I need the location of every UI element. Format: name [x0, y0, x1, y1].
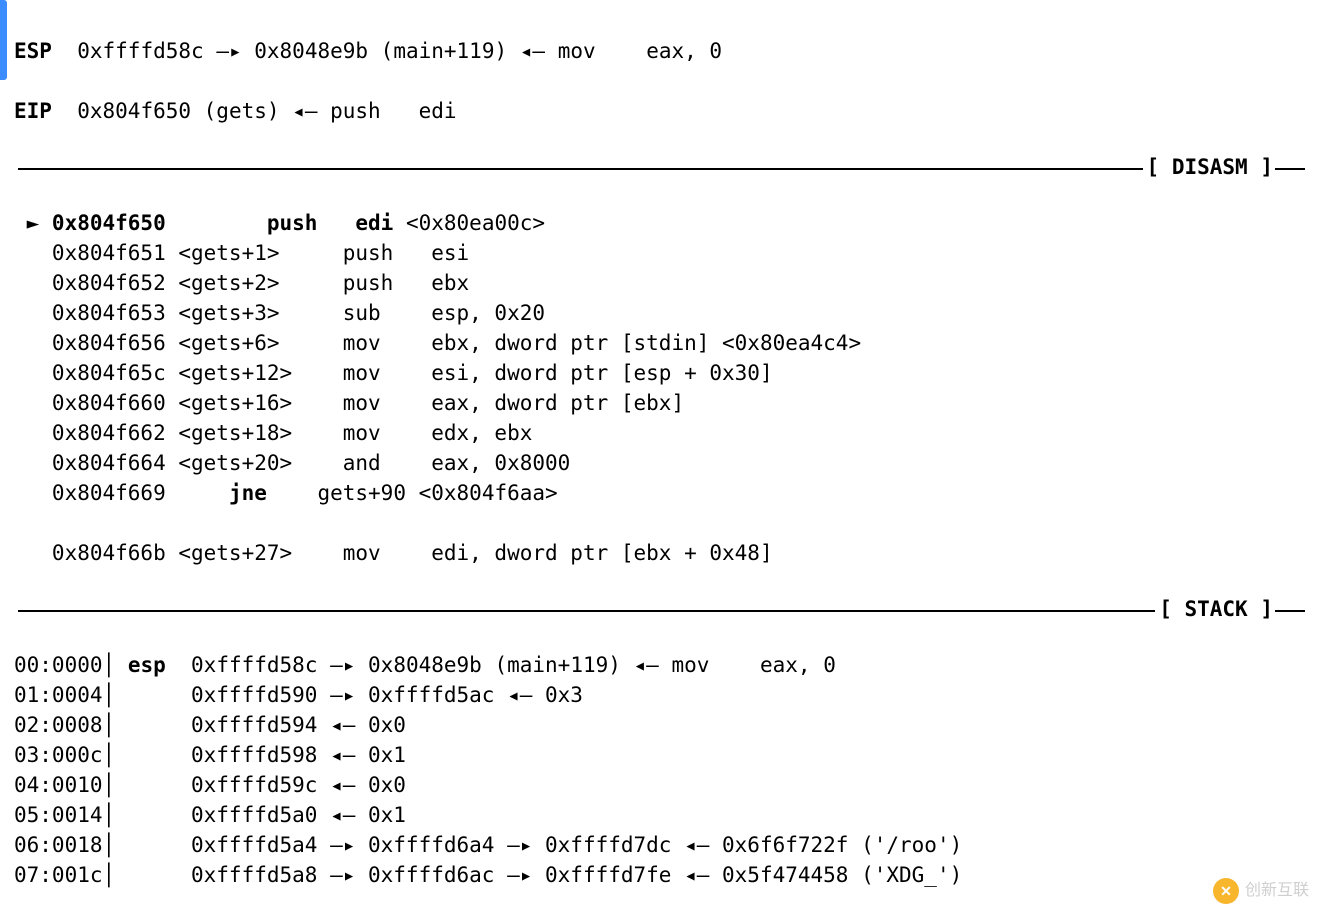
section-divider-stack: [ STACK ]	[14, 594, 1305, 624]
watermark-icon: ✕	[1213, 878, 1239, 904]
scrollbar-left[interactable]	[0, 0, 7, 80]
register-esp-line: ESP 0xffffd58c —▸ 0x8048e9b (main+119) ◂…	[14, 36, 1305, 66]
disasm-line: 0x804f653 <gets+3> sub esp, 0x20	[14, 298, 1305, 328]
stack-line: 03:000c│ 0xffffd598 ◂— 0x1	[14, 740, 1305, 770]
stack-line: 00:0000│ esp 0xffffd58c —▸ 0x8048e9b (ma…	[14, 650, 1305, 680]
disasm-line: 0x804f656 <gets+6> mov ebx, dword ptr [s…	[14, 328, 1305, 358]
disasm-line: 0x804f652 <gets+2> push ebx	[14, 268, 1305, 298]
disasm-line: 0x804f65c <gets+12> mov esi, dword ptr […	[14, 358, 1305, 388]
register-eip-line: EIP 0x804f650 (gets) ◂— push edi	[14, 96, 1305, 126]
disasm-line: 0x804f66b <gets+27> mov edi, dword ptr […	[14, 538, 1305, 568]
section-divider-disasm: [ DISASM ]	[14, 152, 1305, 182]
stack-line: 04:0010│ 0xffffd59c ◂— 0x0	[14, 770, 1305, 800]
disasm-block: ► 0x804f650 push edi <0x80ea00c> 0x804f6…	[14, 208, 1305, 568]
stack-line: 05:0014│ 0xffffd5a0 ◂— 0x1	[14, 800, 1305, 830]
stack-line: 01:0004│ 0xffffd590 —▸ 0xffffd5ac ◂— 0x3	[14, 680, 1305, 710]
stack-line: 06:0018│ 0xffffd5a4 —▸ 0xffffd6a4 —▸ 0xf…	[14, 830, 1305, 860]
disasm-line: 0x804f664 <gets+20> and eax, 0x8000	[14, 448, 1305, 478]
watermark-text: 创新互联	[1245, 876, 1309, 906]
stack-block: 00:0000│ esp 0xffffd58c —▸ 0x8048e9b (ma…	[14, 650, 1305, 890]
terminal-output: ESP 0xffffd58c —▸ 0x8048e9b (main+119) ◂…	[0, 0, 1319, 914]
stack-line: 02:0008│ 0xffffd594 ◂— 0x0	[14, 710, 1305, 740]
watermark: ✕ 创新互联	[1213, 876, 1309, 906]
disasm-line: 0x804f662 <gets+18> mov edx, ebx	[14, 418, 1305, 448]
disasm-line: 0x804f651 <gets+1> push esi	[14, 238, 1305, 268]
disasm-line: 0x804f660 <gets+16> mov eax, dword ptr […	[14, 388, 1305, 418]
stack-line: 07:001c│ 0xffffd5a8 —▸ 0xffffd6ac —▸ 0xf…	[14, 860, 1305, 890]
disasm-line: ► 0x804f650 push edi <0x80ea00c>	[14, 208, 1305, 238]
disasm-line: 0x804f669 jne gets+90 <0x804f6aa>	[14, 478, 1305, 508]
